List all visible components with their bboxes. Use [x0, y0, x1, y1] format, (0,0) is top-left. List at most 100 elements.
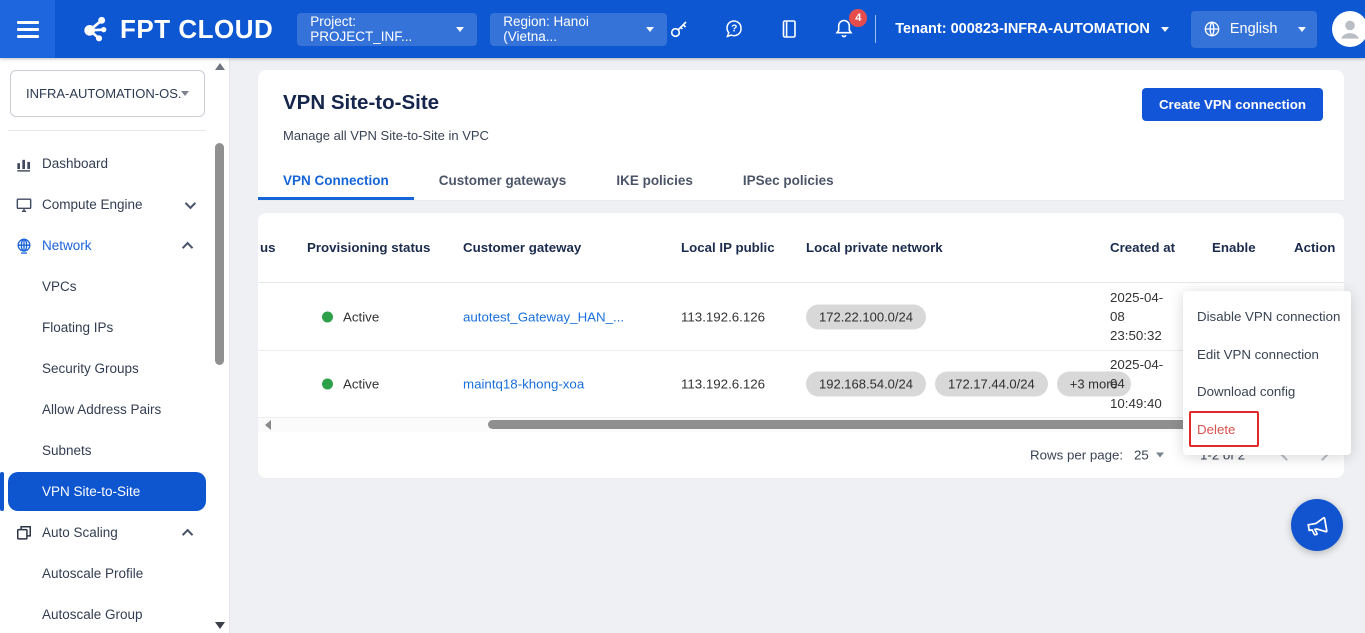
- announcement-fab-button[interactable]: [1291, 499, 1343, 551]
- chevron-down-icon: [1161, 27, 1169, 32]
- sidebar-item-vpcs[interactable]: VPCs: [0, 266, 215, 307]
- table-row: Active autotest_Gateway_HAN_... 113.192.…: [258, 283, 1344, 351]
- tenant-label: Tenant: 000823-INFRA-AUTOMATION: [895, 21, 1150, 37]
- user-menu[interactable]: [1332, 11, 1365, 47]
- chevron-down-icon: [1156, 453, 1164, 458]
- topbar: FPT CLOUD Project: PROJECT_INF... Region…: [0, 0, 1365, 58]
- horizontal-scrollbar[interactable]: [258, 418, 1344, 432]
- key-icon: [667, 17, 691, 41]
- create-vpn-connection-button[interactable]: Create VPN connection: [1142, 88, 1323, 121]
- column-status-truncated: us: [260, 213, 276, 283]
- docs-button[interactable]: [777, 17, 801, 41]
- sidebar-item-autoscale-group[interactable]: Autoscale Group: [0, 594, 215, 633]
- table-row: Active maintq18-khong-xoa 113.192.6.126 …: [258, 351, 1344, 418]
- column-customer-gateway: Customer gateway: [463, 213, 581, 283]
- customer-gateway-link[interactable]: maintq18-khong-xoa: [463, 377, 584, 392]
- scroll-down-icon[interactable]: [215, 622, 225, 629]
- chevron-down-icon: [1298, 27, 1306, 32]
- tenant-dropdown[interactable]: Tenant: 000823-INFRA-AUTOMATION: [895, 21, 1169, 37]
- user-icon: [1333, 12, 1365, 46]
- project-label: Project: PROJECT_INF...: [310, 14, 456, 44]
- tab-bar: VPN Connection Customer gateways IKE pol…: [258, 164, 1344, 201]
- sidebar-item-dashboard[interactable]: Dashboard: [0, 143, 215, 184]
- tab-customer-gateways[interactable]: Customer gateways: [414, 164, 592, 200]
- menu-toggle-button[interactable]: [0, 0, 55, 58]
- menu-item-download-config[interactable]: Download config: [1183, 373, 1351, 411]
- rows-per-page-select[interactable]: 25: [1134, 448, 1164, 463]
- column-created-at: Created at: [1110, 213, 1175, 283]
- sidebar-item-network[interactable]: Network: [0, 225, 215, 266]
- sidebar-nav: Dashboard Compute Engine Network VPCs Fl…: [0, 143, 215, 633]
- column-local-ip-public: Local IP public: [681, 213, 775, 283]
- brand-logo[interactable]: FPT CLOUD: [79, 13, 273, 45]
- notification-badge: 4: [849, 9, 867, 27]
- scrollbar-thumb[interactable]: [215, 143, 224, 365]
- region-label: Region: Hanoi (Vietna...: [503, 14, 646, 44]
- language-label: English: [1230, 21, 1278, 37]
- menu-item-edit-vpn[interactable]: Edit VPN connection: [1183, 336, 1351, 374]
- local-ip-cell: 113.192.6.126: [681, 309, 765, 324]
- sidebar-item-security-groups[interactable]: Security Groups: [0, 348, 215, 389]
- sidebar-item-floating-ips[interactable]: Floating IPs: [0, 307, 215, 348]
- scroll-up-icon[interactable]: [215, 63, 225, 70]
- avatar: [1332, 11, 1365, 47]
- active-indicator: [0, 472, 4, 511]
- tab-ipsec-policies[interactable]: IPSec policies: [718, 164, 859, 200]
- network-globe-icon: [14, 236, 34, 256]
- topbar-divider: [875, 15, 876, 43]
- column-enable: Enable: [1212, 213, 1256, 283]
- status-active-dot: [322, 311, 333, 322]
- hamburger-icon: [17, 21, 39, 24]
- help-icon: ?: [722, 17, 746, 41]
- chevron-up-icon: [182, 241, 193, 252]
- brand-text: FPT CLOUD: [120, 14, 273, 45]
- sidebar-item-allow-address-pairs[interactable]: Allow Address Pairs: [0, 389, 215, 430]
- book-icon: [777, 17, 801, 41]
- network-chip: 172.22.100.0/24: [806, 304, 926, 329]
- layers-icon: [14, 523, 34, 543]
- networks-cell: 192.168.54.0/24 172.17.44.0/24 +3 more: [806, 372, 1131, 397]
- tab-ike-policies[interactable]: IKE policies: [591, 164, 718, 200]
- customer-gateway-link[interactable]: autotest_Gateway_HAN_...: [463, 309, 624, 324]
- menu-item-disable-vpn[interactable]: Disable VPN connection: [1183, 298, 1351, 336]
- sidebar-item-compute-engine[interactable]: Compute Engine: [0, 184, 215, 225]
- sidebar-item-auto-scaling[interactable]: Auto Scaling: [0, 512, 215, 553]
- networks-cell: 172.22.100.0/24: [806, 304, 926, 329]
- page-title: VPN Site-to-Site: [283, 91, 439, 115]
- menu-item-delete[interactable]: Delete: [1183, 411, 1351, 449]
- bar-chart-icon: [14, 154, 34, 174]
- sidebar-item-subnets[interactable]: Subnets: [0, 430, 215, 471]
- svg-text:?: ?: [731, 24, 737, 35]
- provisioning-status-cell: Active: [322, 377, 379, 392]
- network-chip: 172.17.44.0/24: [935, 372, 1048, 397]
- project-dropdown[interactable]: Project: PROJECT_INF...: [297, 13, 477, 46]
- rows-per-page-label: Rows per page:: [1030, 448, 1123, 463]
- column-local-private-network: Local private network: [806, 213, 943, 283]
- page-header-card: VPN Site-to-Site Manage all VPN Site-to-…: [258, 70, 1344, 201]
- tab-vpn-connection[interactable]: VPN Connection: [258, 164, 414, 200]
- column-action: Action: [1294, 213, 1335, 283]
- workspace-label: INFRA-AUTOMATION-OS...: [26, 86, 181, 101]
- table-header-row: us Provisioning status Customer gateway …: [258, 213, 1344, 283]
- workspace-selector[interactable]: INFRA-AUTOMATION-OS...: [10, 70, 205, 117]
- scroll-left-icon[interactable]: [265, 420, 271, 430]
- provisioning-status-cell: Active: [322, 309, 379, 324]
- language-dropdown[interactable]: English: [1191, 11, 1318, 48]
- sidebar: INFRA-AUTOMATION-OS... Dashboard Compute…: [0, 58, 230, 633]
- local-ip-cell: 113.192.6.126: [681, 377, 765, 392]
- status-active-dot: [322, 379, 333, 390]
- topbar-icons: ? 4: [667, 17, 856, 41]
- region-dropdown[interactable]: Region: Hanoi (Vietna...: [490, 13, 667, 46]
- megaphone-icon: [1301, 509, 1332, 540]
- notifications-button[interactable]: 4: [832, 17, 856, 41]
- help-button[interactable]: ?: [722, 17, 746, 41]
- table-footer: Rows per page: 25 1-2 of 2: [258, 432, 1344, 478]
- created-at-cell: 2025-04-04 10:49:40: [1110, 355, 1172, 413]
- network-chip: 192.168.54.0/24: [806, 372, 926, 397]
- chevron-down-icon: [185, 197, 196, 208]
- sidebar-item-autoscale-profile[interactable]: Autoscale Profile: [0, 553, 215, 594]
- sidebar-scrollbar[interactable]: [214, 58, 226, 633]
- api-key-button[interactable]: [667, 17, 691, 41]
- sidebar-item-vpn-site-to-site[interactable]: VPN Site-to-Site: [0, 471, 215, 512]
- globe-icon: [1202, 19, 1222, 39]
